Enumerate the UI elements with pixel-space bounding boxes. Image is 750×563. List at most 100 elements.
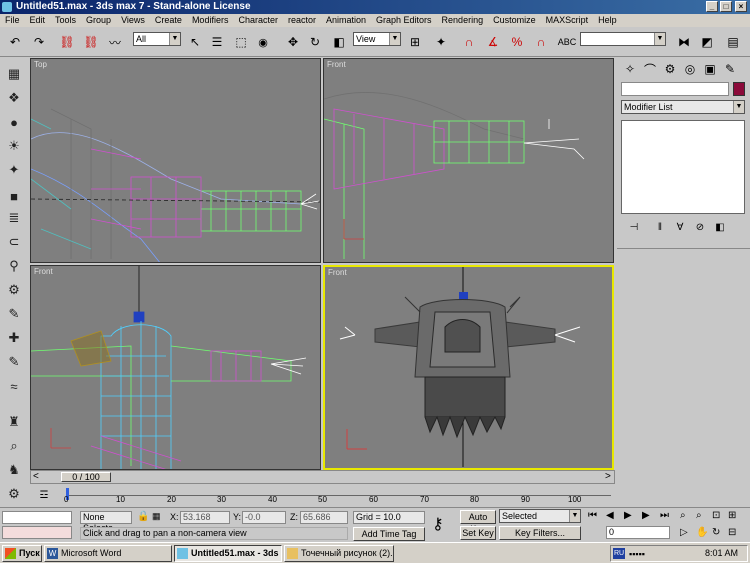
menu-help[interactable]: Help bbox=[593, 14, 622, 27]
menu-graph-editors[interactable]: Graph Editors bbox=[371, 14, 437, 27]
spinner-snap-icon[interactable]: ∩ bbox=[532, 33, 550, 51]
modifier-list-select[interactable]: Modifier List ▼ bbox=[621, 100, 745, 114]
sphere-icon[interactable]: ● bbox=[4, 112, 24, 132]
objects-icon[interactable]: ▦ bbox=[4, 64, 24, 84]
track-bar[interactable]: ☲ 0 10 20 30 40 50 60 70 80 90 100 bbox=[30, 485, 615, 507]
percent-snap-icon[interactable]: % bbox=[508, 33, 526, 51]
select-manipulate-icon[interactable]: ✦ bbox=[432, 33, 450, 51]
start-button[interactable]: Пуск bbox=[2, 545, 42, 562]
box-icon[interactable]: ■ bbox=[4, 186, 24, 206]
create-tab-icon[interactable]: ✧ bbox=[621, 60, 639, 78]
maxscript-listener-input[interactable] bbox=[2, 511, 72, 524]
window-crossing-icon[interactable]: ◉ bbox=[254, 33, 272, 51]
play-icon[interactable]: ▶ bbox=[624, 510, 632, 521]
layer-manager-icon[interactable]: ▤ bbox=[724, 33, 742, 51]
select-link-icon[interactable]: ⛓ bbox=[58, 33, 76, 51]
go-to-end-icon[interactable]: ⏭ bbox=[660, 510, 669, 521]
align-icon[interactable]: ◩ bbox=[698, 33, 716, 51]
pan-icon[interactable]: ✋ bbox=[696, 527, 708, 538]
menu-reactor[interactable]: reactor bbox=[283, 14, 321, 27]
scale-icon[interactable]: ◧ bbox=[330, 33, 348, 51]
next-frame-icon[interactable]: ▶ bbox=[642, 510, 650, 521]
viewport-front-bottom-left[interactable]: Front bbox=[30, 265, 321, 470]
make-unique-icon[interactable]: ∀ bbox=[671, 218, 689, 236]
previous-frame-icon[interactable]: ◀ bbox=[606, 510, 614, 521]
biped-icon[interactable]: ♞ bbox=[4, 460, 24, 480]
taskbar-item-paint[interactable]: Точечный рисунок (2).... bbox=[284, 545, 394, 562]
viewport-front-top-right[interactable]: Front bbox=[323, 58, 614, 263]
selection-filter-select[interactable]: All ▼ bbox=[133, 32, 181, 46]
menu-file[interactable]: File bbox=[0, 14, 25, 27]
absolute-mode-icon[interactable]: ▦ bbox=[152, 511, 161, 522]
helpers-icon[interactable]: ⚲ bbox=[4, 256, 24, 276]
menu-tools[interactable]: Tools bbox=[50, 14, 81, 27]
minimize-button[interactable]: _ bbox=[706, 1, 718, 12]
select-object-icon[interactable]: ↖ bbox=[186, 33, 204, 51]
waves-icon[interactable]: ≈ bbox=[4, 376, 24, 396]
menu-maxscript[interactable]: MAXScript bbox=[541, 14, 594, 27]
utilities-tab-icon[interactable]: ✎ bbox=[721, 60, 739, 78]
modifier-stack[interactable] bbox=[621, 120, 745, 214]
pin-stack-icon[interactable]: ⊣ bbox=[625, 218, 643, 236]
prev-frame-icon[interactable]: < bbox=[33, 471, 39, 482]
select-by-name-icon[interactable]: ☰ bbox=[208, 33, 226, 51]
maximize-button[interactable]: □ bbox=[720, 1, 732, 12]
menu-group[interactable]: Group bbox=[81, 14, 116, 27]
move-icon[interactable]: ✥ bbox=[284, 33, 302, 51]
key-mode-select[interactable]: Selected ▼ bbox=[499, 509, 581, 523]
display-tab-icon[interactable]: ▣ bbox=[701, 60, 719, 78]
modify-tab-icon[interactable]: ⌒ bbox=[641, 60, 659, 78]
lights-icon[interactable]: ☀ bbox=[4, 136, 24, 156]
key-filters-button[interactable]: Key Filters... bbox=[499, 526, 581, 540]
menu-animation[interactable]: Animation bbox=[321, 14, 371, 27]
shapes-icon[interactable]: ❖ bbox=[4, 88, 24, 108]
object-color-swatch[interactable] bbox=[733, 82, 745, 96]
y-coordinate-field[interactable]: -0.0 bbox=[242, 511, 286, 524]
stack-icon[interactable]: ≣ bbox=[4, 208, 24, 228]
systems-icon[interactable]: ✚ bbox=[4, 328, 24, 348]
gear-icon[interactable]: ⚙ bbox=[4, 280, 24, 300]
object-name-input[interactable] bbox=[621, 82, 729, 96]
unlink-icon[interactable]: ⛓ bbox=[82, 33, 100, 51]
character-icon[interactable]: ♜ bbox=[4, 412, 24, 432]
menu-rendering[interactable]: Rendering bbox=[437, 14, 489, 27]
show-end-result-icon[interactable]: ‖ bbox=[651, 218, 669, 236]
cameras-icon[interactable]: ✦ bbox=[4, 160, 24, 180]
named-selection-icon[interactable]: ABC bbox=[558, 33, 577, 51]
remove-modifier-icon[interactable]: ⊘ bbox=[691, 218, 709, 236]
hierarchy-tab-icon[interactable]: ⚙ bbox=[661, 60, 679, 78]
mirror-icon[interactable]: ⧓ bbox=[675, 33, 693, 51]
undo-icon[interactable]: ↶ bbox=[6, 33, 24, 51]
arc-rotate-icon[interactable]: ↻ bbox=[712, 527, 720, 538]
redo-icon[interactable]: ↷ bbox=[30, 33, 48, 51]
footsteps-icon[interactable]: ⚙ bbox=[4, 484, 24, 504]
z-coordinate-field[interactable]: 65.686 bbox=[300, 511, 348, 524]
configure-modifier-sets-icon[interactable]: ◧ bbox=[711, 218, 729, 236]
cylinder-icon[interactable]: ⊂ bbox=[4, 232, 24, 252]
maximize-viewport-icon[interactable]: ⊟ bbox=[728, 527, 736, 538]
menu-create[interactable]: Create bbox=[150, 14, 187, 27]
zoom-extents-all-icon[interactable]: ⊞ bbox=[728, 510, 736, 521]
lock-icon[interactable]: 🔒 bbox=[137, 511, 149, 522]
named-selection-sets-select[interactable]: ▼ bbox=[580, 32, 666, 46]
menu-edit[interactable]: Edit bbox=[25, 14, 51, 27]
time-slider[interactable]: 0 / 100 < > bbox=[30, 470, 615, 484]
motion-tab-icon[interactable]: ◎ bbox=[681, 60, 699, 78]
set-key-button[interactable]: Set Key bbox=[460, 526, 496, 540]
x-coordinate-field[interactable]: 53.168 bbox=[180, 511, 230, 524]
maxscript-output[interactable] bbox=[2, 526, 72, 539]
rotate-icon[interactable]: ↻ bbox=[306, 33, 324, 51]
mini-curve-editor-icon[interactable]: ☲ bbox=[36, 487, 52, 503]
bone-icon[interactable]: ⌕ bbox=[4, 436, 24, 456]
zoom-icon[interactable]: ⌕ bbox=[680, 510, 686, 521]
go-to-start-icon[interactable]: ⏮ bbox=[588, 510, 597, 521]
auto-key-button[interactable]: Auto Key bbox=[460, 510, 496, 534]
key-icon[interactable]: ⚷ bbox=[432, 514, 444, 534]
reference-coordinate-select[interactable]: View ▼ bbox=[353, 32, 401, 46]
menu-modifiers[interactable]: Modifiers bbox=[187, 14, 234, 27]
region-select-icon[interactable]: ⬚ bbox=[232, 33, 250, 51]
angle-snap-icon[interactable]: ∡ bbox=[484, 33, 502, 51]
bind-space-warp-icon[interactable]: 〰 bbox=[106, 33, 124, 51]
field-of-view-icon[interactable]: ▷ bbox=[680, 527, 688, 538]
taskbar-item-word[interactable]: W Microsoft Word bbox=[44, 545, 172, 562]
